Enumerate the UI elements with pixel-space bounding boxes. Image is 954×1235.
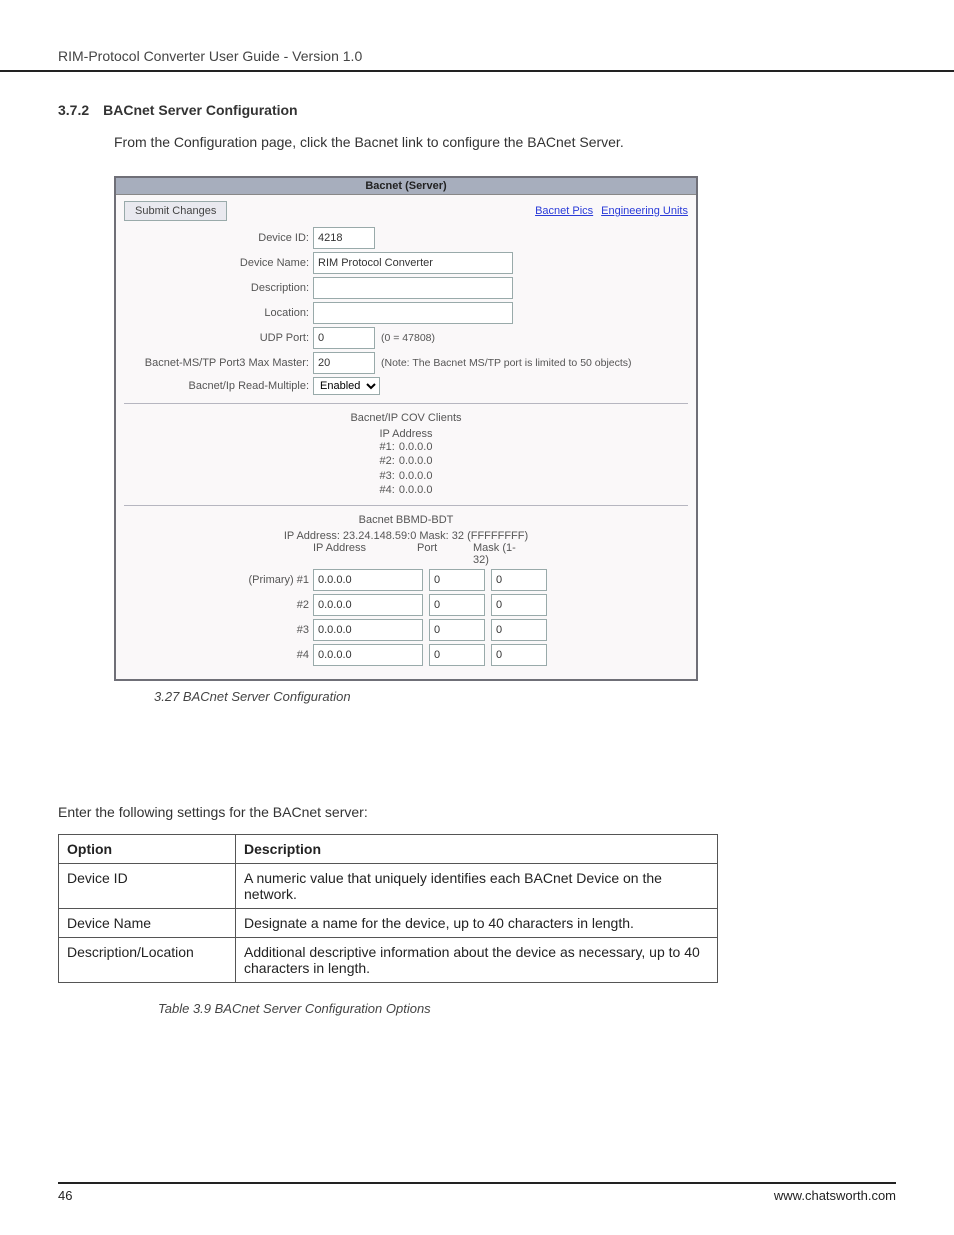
- bacnet-pics-link[interactable]: Bacnet Pics: [535, 205, 593, 217]
- cov-clients-title: Bacnet/IP COV Clients: [124, 412, 688, 424]
- table-row: Additional descriptive information about…: [236, 938, 718, 983]
- table-row: A numeric value that uniquely identifies…: [236, 864, 718, 909]
- read-multiple-select[interactable]: Enabled: [313, 377, 380, 395]
- bbmd-row2-label: #2: [124, 599, 313, 611]
- udp-port-label: UDP Port:: [124, 332, 313, 344]
- bbmd-row1-mask[interactable]: [491, 569, 547, 591]
- cov-ip-header: IP Address: [124, 428, 688, 440]
- location-label: Location:: [124, 307, 313, 319]
- engineering-units-link[interactable]: Engineering Units: [601, 205, 688, 217]
- table-row: Device ID: [59, 864, 236, 909]
- bacnet-screenshot: Bacnet (Server) Submit Changes Bacnet Pi…: [114, 176, 698, 681]
- bbmd-row1-port[interactable]: [429, 569, 485, 591]
- footer-url: www.chatsworth.com: [774, 1188, 896, 1203]
- udp-port-note: (0 = 47808): [381, 332, 435, 344]
- bbmd-row2-mask[interactable]: [491, 594, 547, 616]
- bbmd-row3-port[interactable]: [429, 619, 485, 641]
- bbmd-head-port: Port: [417, 542, 473, 566]
- bbmd-title: Bacnet BBMD-BDT: [124, 514, 688, 526]
- mstp-max-label: Bacnet-MS/TP Port3 Max Master:: [124, 357, 313, 369]
- page-header: RIM-Protocol Converter User Guide - Vers…: [0, 0, 954, 72]
- intro-text: From the Configuration page, click the B…: [114, 134, 896, 150]
- read-multiple-label: Bacnet/Ip Read-Multiple:: [124, 380, 313, 392]
- table-row: Device Name: [59, 909, 236, 938]
- page-number: 46: [58, 1188, 72, 1203]
- th-option: Option: [59, 835, 236, 864]
- bbmd-row1-label: (Primary) #1: [124, 574, 313, 586]
- bbmd-row4-mask[interactable]: [491, 644, 547, 666]
- table-caption: Table 3.9 BACnet Server Configuration Op…: [158, 1001, 896, 1016]
- mstp-max-input[interactable]: [313, 352, 375, 374]
- bbmd-head-mask: Mask (1-32): [473, 542, 529, 566]
- submit-changes-button[interactable]: Submit Changes: [124, 201, 227, 221]
- device-id-label: Device ID:: [124, 232, 313, 244]
- bbmd-row2-port[interactable]: [429, 594, 485, 616]
- cov-list: #1:0.0.0.0 #2:0.0.0.0 #3:0.0.0.0 #4:0.0.…: [124, 440, 688, 497]
- mstp-note: (Note: The Bacnet MS/TP port is limited …: [381, 357, 632, 369]
- bbmd-row3-label: #3: [124, 624, 313, 636]
- table-row: Description/Location: [59, 938, 236, 983]
- bbmd-row3-ip[interactable]: [313, 619, 423, 641]
- panel-title: Bacnet (Server): [116, 178, 696, 195]
- figure-caption: 3.27 BACnet Server Configuration: [154, 689, 896, 704]
- location-input[interactable]: [313, 302, 513, 324]
- bbmd-subtitle: IP Address: 23.24.148.59:0 Mask: 32 (FFF…: [124, 530, 688, 542]
- settings-intro: Enter the following settings for the BAC…: [58, 804, 896, 820]
- section-title: BACnet Server Configuration: [103, 102, 297, 118]
- bbmd-row1-ip[interactable]: [313, 569, 423, 591]
- description-input[interactable]: [313, 277, 513, 299]
- bbmd-row4-label: #4: [124, 649, 313, 661]
- th-description: Description: [236, 835, 718, 864]
- description-label: Description:: [124, 282, 313, 294]
- section-number: 3.7.2: [58, 102, 89, 118]
- udp-port-input[interactable]: [313, 327, 375, 349]
- device-name-label: Device Name:: [124, 257, 313, 269]
- bbmd-head-ip: IP Address: [313, 542, 417, 566]
- options-table: Option Description Device ID A numeric v…: [58, 834, 718, 983]
- device-name-input[interactable]: [313, 252, 513, 274]
- bbmd-row4-port[interactable]: [429, 644, 485, 666]
- bbmd-row4-ip[interactable]: [313, 644, 423, 666]
- bbmd-row2-ip[interactable]: [313, 594, 423, 616]
- bbmd-row3-mask[interactable]: [491, 619, 547, 641]
- table-row: Designate a name for the device, up to 4…: [236, 909, 718, 938]
- device-id-input[interactable]: [313, 227, 375, 249]
